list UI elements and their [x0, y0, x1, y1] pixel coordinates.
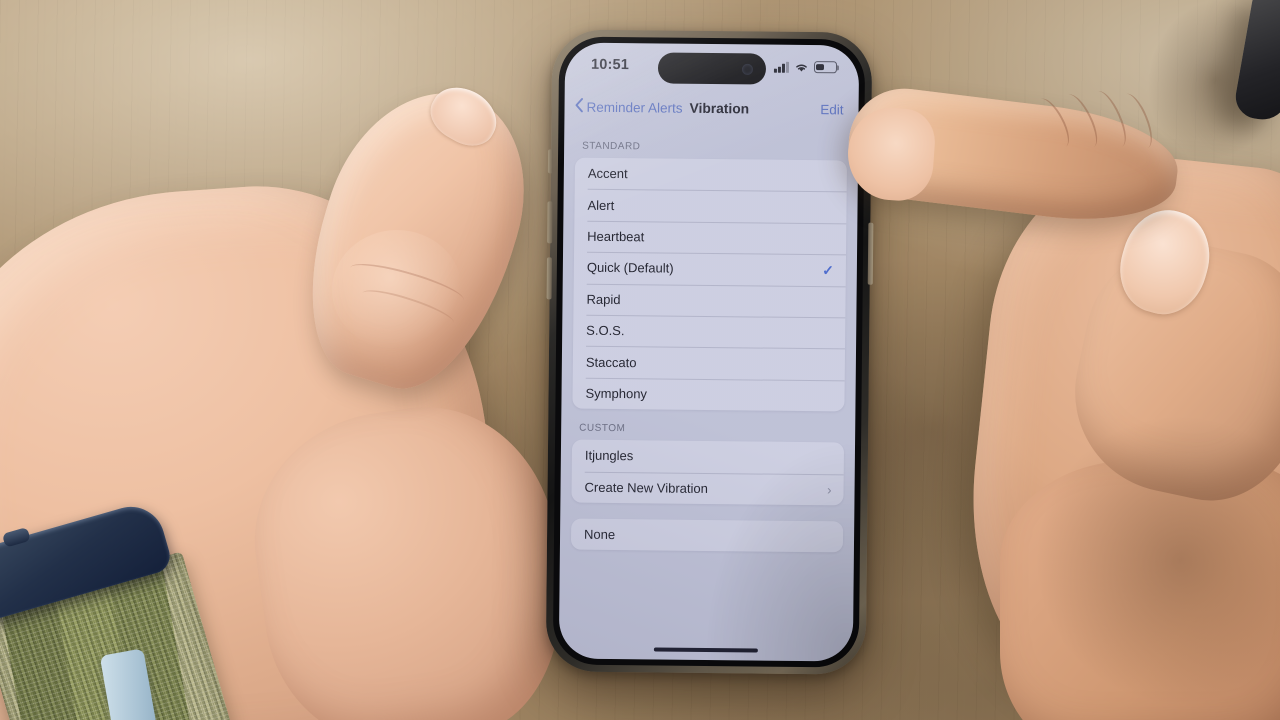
- list-card: Itjungles Create New Vibration ›: [571, 439, 845, 506]
- list-item[interactable]: Symphony: [572, 377, 844, 411]
- list-item[interactable]: Itjungles: [572, 440, 844, 474]
- back-button[interactable]: Reminder Alerts: [574, 98, 683, 117]
- list-item[interactable]: S.O.S.: [573, 315, 845, 349]
- list-item-label: Quick (Default): [586, 260, 674, 276]
- volume-up-button[interactable]: [547, 201, 553, 244]
- right-hand: [830, 60, 1280, 720]
- list-item[interactable]: Alert: [574, 189, 846, 223]
- chevron-left-icon: [574, 98, 583, 116]
- list-item[interactable]: Accent: [575, 158, 847, 192]
- volume-down-button[interactable]: [546, 257, 552, 300]
- dynamic-island: [657, 52, 767, 85]
- cellular-bars-icon: [774, 61, 790, 73]
- list-item-label: Create New Vibration: [584, 479, 708, 496]
- iphone-device: 10:51 Reminder Alerts Vibration Edit STA…: [545, 29, 874, 675]
- page-title: Vibration: [689, 100, 750, 116]
- status-time: 10:51: [590, 56, 630, 74]
- ring-switch-button[interactable]: [547, 149, 554, 174]
- right-hand-shading: [980, 360, 1280, 720]
- status-indicators: [774, 61, 838, 74]
- list-item-label: Symphony: [585, 385, 648, 402]
- phone-screen: 10:51 Reminder Alerts Vibration Edit STA…: [558, 42, 860, 662]
- list-item[interactable]: Rapid: [573, 283, 845, 317]
- list-card: Accent Alert Heartbeat Quick (Default) ✓ Rapi…: [572, 157, 848, 412]
- back-button-label: Reminder Alerts: [586, 99, 683, 116]
- navigation-bar: Reminder Alerts Vibration Edit: [564, 86, 858, 129]
- list-item[interactable]: Quick (Default) ✓: [574, 252, 846, 286]
- list-item-label: Rapid: [586, 291, 621, 307]
- list-item-label: Accent: [587, 165, 628, 182]
- wifi-icon: [794, 61, 809, 72]
- list-item-label: S.O.S.: [586, 322, 625, 339]
- list-item-label: Heartbeat: [587, 228, 645, 245]
- list-item-label: Staccato: [585, 354, 637, 370]
- list-item-label: Itjungles: [584, 448, 634, 464]
- front-camera: [741, 63, 754, 75]
- list-item[interactable]: Create New Vibration ›: [571, 471, 843, 505]
- list-item[interactable]: Staccato: [573, 346, 845, 380]
- section-header: CUSTOM: [579, 422, 626, 435]
- list-item-label: Alert: [587, 197, 615, 213]
- list-card: None: [570, 518, 844, 553]
- vibration-list[interactable]: STANDARD Accent Alert Heartbeat Quick (Defau…: [559, 126, 859, 661]
- section-header: STANDARD: [582, 140, 641, 153]
- list-item[interactable]: Heartbeat: [574, 220, 846, 254]
- list-item-label: None: [584, 526, 616, 543]
- list-item[interactable]: None: [571, 518, 843, 552]
